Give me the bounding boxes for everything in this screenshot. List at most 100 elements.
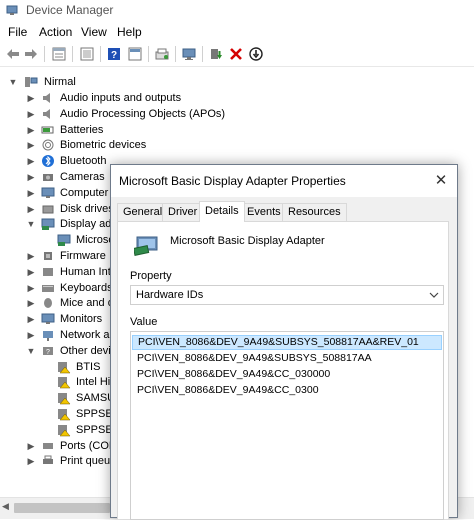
- toolbar-separator: [148, 46, 149, 62]
- tree-root[interactable]: ▼ Nirmal: [0, 74, 470, 90]
- keyboard-icon: [42, 284, 54, 292]
- value-list-item[interactable]: PCI\VEN_8086&DEV_9A49&SUBSYS_508817AA&RE…: [132, 335, 442, 350]
- tree-item-label: Keyboards: [60, 281, 113, 294]
- value-list-item[interactable]: PCI\VEN_8086&DEV_9A49&SUBSYS_508817AA: [132, 351, 442, 366]
- svg-text:?: ?: [46, 349, 50, 356]
- tree-item-label: BTIS: [76, 360, 101, 373]
- expand-chevron-icon[interactable]: ▶: [26, 295, 36, 311]
- menu-action[interactable]: Action: [39, 25, 72, 39]
- expand-chevron-icon[interactable]: ▶: [26, 106, 36, 122]
- expand-chevron-icon[interactable]: ▶: [26, 438, 36, 454]
- tab-general[interactable]: General: [117, 203, 169, 221]
- properties-icon[interactable]: [50, 45, 68, 63]
- tree-item-label: Computer: [60, 186, 109, 199]
- expand-chevron-icon[interactable]: ▶: [26, 280, 36, 296]
- close-icon[interactable]: ✕: [429, 169, 453, 193]
- collapse-chevron-icon[interactable]: ▼: [8, 74, 18, 90]
- back-icon[interactable]: [4, 45, 22, 63]
- tree-item[interactable]: ▶ Batteries: [0, 122, 470, 138]
- expand-chevron-icon[interactable]: ▶: [26, 185, 36, 201]
- toolbar-separator: [100, 46, 101, 62]
- warning-device-icon: [58, 409, 71, 421]
- property-label: Property: [130, 270, 172, 282]
- tree-item-label: Network ad: [60, 329, 116, 341]
- window-title: Device Manager: [26, 3, 114, 17]
- menu-view[interactable]: View: [81, 25, 107, 39]
- expand-chevron-icon[interactable]: ▶: [26, 122, 36, 138]
- hid-icon: [43, 267, 53, 276]
- warning-device-icon: [58, 361, 71, 373]
- scan-hardware-icon[interactable]: [153, 45, 171, 63]
- properties-dialog: Microsoft Basic Display Adapter Properti…: [110, 164, 458, 520]
- expand-chevron-icon[interactable]: ▶: [26, 248, 36, 264]
- value-label: Value: [130, 316, 158, 328]
- port-icon: [43, 442, 53, 449]
- uninstall-icon[interactable]: [227, 45, 245, 63]
- expand-chevron-icon[interactable]: ▶: [26, 264, 36, 280]
- warning-device-icon: [58, 424, 71, 437]
- tab-details[interactable]: Details: [199, 201, 245, 222]
- tab-events[interactable]: Events: [241, 203, 287, 221]
- chevron-down-icon: [429, 292, 439, 298]
- tree-item-label: Cameras: [60, 171, 105, 183]
- expand-chevron-icon[interactable]: ▶: [26, 90, 36, 106]
- expand-chevron-icon[interactable]: ▶: [26, 311, 36, 327]
- tab-driver[interactable]: Driver: [162, 203, 204, 221]
- tree-item[interactable]: ▶ Biometric devices: [0, 137, 470, 153]
- tree-item-label: Audio inputs and outputs: [60, 92, 182, 104]
- expand-chevron-icon[interactable]: ▶: [26, 453, 36, 469]
- title-bar: Device Manager: [0, 0, 474, 22]
- warning-device-icon: [58, 377, 71, 389]
- tree-root-label: Nirmal: [44, 76, 76, 88]
- firmware-icon: [44, 252, 52, 260]
- value-list[interactable]: PCI\VEN_8086&DEV_9A49&SUBSYS_508817AA&RE…: [130, 331, 444, 520]
- disable-icon[interactable]: [247, 45, 265, 63]
- tree-item-label: Display ada: [60, 218, 118, 231]
- console-icon[interactable]: [126, 45, 144, 63]
- toolbar: ?: [0, 42, 474, 67]
- speaker-icon: [43, 108, 50, 119]
- expand-chevron-icon[interactable]: ▶: [26, 153, 36, 169]
- menu-bar: File Action View Help: [0, 22, 474, 42]
- property-select-value: Hardware IDs: [136, 289, 204, 301]
- scroll-left-icon[interactable]: ◀: [2, 501, 9, 512]
- toolbar-separator: [202, 46, 203, 62]
- value-list-item[interactable]: PCI\VEN_8086&DEV_9A49&CC_030000: [132, 367, 442, 382]
- scrollbar-thumb[interactable]: [14, 503, 110, 513]
- tree-item-label: Microso: [76, 234, 115, 247]
- dialog-title-bar: Microsoft Basic Display Adapter Properti…: [111, 165, 457, 197]
- expand-chevron-icon[interactable]: ▶: [26, 201, 36, 217]
- menu-help[interactable]: Help: [117, 25, 142, 39]
- battery-icon: [41, 126, 54, 134]
- update-driver-icon[interactable]: [207, 45, 225, 63]
- forward-icon[interactable]: [22, 45, 40, 63]
- disk-icon: [42, 205, 54, 214]
- tree-item[interactable]: ▶ Audio Processing Objects (APOs): [0, 106, 470, 122]
- collapse-chevron-icon[interactable]: ▼: [26, 343, 36, 359]
- expand-chevron-icon[interactable]: ▶: [26, 169, 36, 185]
- collapse-chevron-icon[interactable]: ▼: [26, 216, 36, 232]
- monitor-icon: [41, 313, 55, 325]
- tree-item-label: Monitors: [60, 313, 103, 326]
- warning-device-icon: [58, 393, 71, 405]
- display-icon: [41, 218, 55, 231]
- property-select[interactable]: Hardware IDs: [130, 285, 444, 305]
- expand-chevron-icon[interactable]: ▶: [26, 137, 36, 153]
- tree-item[interactable]: ▶ Audio inputs and outputs: [0, 90, 470, 106]
- tree-item-label: Batteries: [60, 123, 104, 136]
- computer-icon: [25, 77, 38, 87]
- expand-chevron-icon[interactable]: ▶: [26, 327, 36, 343]
- printer-icon: [43, 455, 53, 465]
- value-list-item[interactable]: PCI\VEN_8086&DEV_9A49&CC_0300: [132, 383, 442, 398]
- tree-item-label: Print queue: [60, 455, 117, 468]
- tree-item-label: Human Inte: [60, 265, 117, 278]
- show-hide-icon[interactable]: [78, 45, 96, 63]
- tree-item-label: Audio Processing Objects (APOs): [60, 107, 226, 120]
- help-icon[interactable]: ?: [105, 45, 123, 63]
- menu-file[interactable]: File: [8, 25, 27, 39]
- toolbar-separator: [72, 46, 73, 62]
- tree-item-label: Firmware: [60, 250, 106, 262]
- speaker-icon: [43, 93, 50, 103]
- monitor-icon[interactable]: [180, 45, 198, 63]
- tab-resources[interactable]: Resources: [282, 203, 347, 221]
